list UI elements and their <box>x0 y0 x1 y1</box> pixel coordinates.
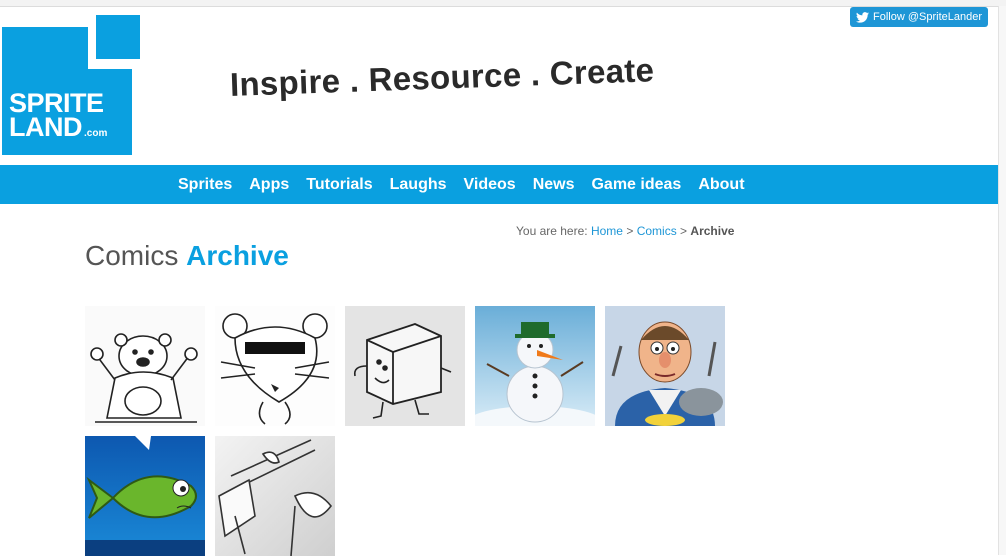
twitter-follow-button[interactable]: Follow @SpriteLander <box>850 7 988 27</box>
breadcrumb-current: Archive <box>690 224 735 238</box>
fish-image <box>85 436 205 556</box>
cube-image <box>345 306 465 426</box>
site-tagline: Inspire . Resource . Create <box>229 51 655 103</box>
nav-news[interactable]: News <box>533 176 575 194</box>
comic-thumb-bear[interactable] <box>85 306 205 426</box>
comic-thumb-fish[interactable] <box>85 436 205 556</box>
snowman-image <box>475 306 595 426</box>
comic-thumb-chef[interactable] <box>605 306 725 426</box>
comic-thumb-cube[interactable] <box>345 306 465 426</box>
logo-text: SPRITE LAND .com <box>9 88 108 142</box>
nav-videos[interactable]: Videos <box>464 176 516 194</box>
nav-game-ideas[interactable]: Game ideas <box>591 176 681 194</box>
page-title: Comics Archive <box>85 240 289 271</box>
nav-sprites[interactable]: Sprites <box>178 176 232 194</box>
sword-image <box>215 436 335 556</box>
logo-small-square <box>96 15 140 59</box>
comic-thumb-mouse[interactable] <box>215 306 335 426</box>
nav-tutorials[interactable]: Tutorials <box>306 176 372 194</box>
comic-thumb-sword[interactable] <box>215 436 335 556</box>
browser-top-edge <box>0 0 1006 7</box>
chef-image <box>605 306 725 426</box>
breadcrumb-home-link[interactable]: Home <box>591 224 623 238</box>
bear-image <box>85 306 205 426</box>
main-nav: Sprites Apps Tutorials Laughs Videos New… <box>0 165 998 204</box>
scrollbar[interactable] <box>998 6 1006 555</box>
twitter-bird-icon <box>856 11 869 23</box>
breadcrumb-comics-link[interactable]: Comics <box>637 224 677 238</box>
comic-thumb-snowman[interactable] <box>475 306 595 426</box>
nav-laughs[interactable]: Laughs <box>390 176 447 194</box>
nav-about[interactable]: About <box>698 176 744 194</box>
site-logo[interactable]: SPRITE LAND .com <box>0 12 145 157</box>
mouse-image <box>215 306 335 426</box>
nav-apps[interactable]: Apps <box>249 176 289 194</box>
breadcrumb: You are here: Home > Comics > Archive <box>516 224 735 238</box>
